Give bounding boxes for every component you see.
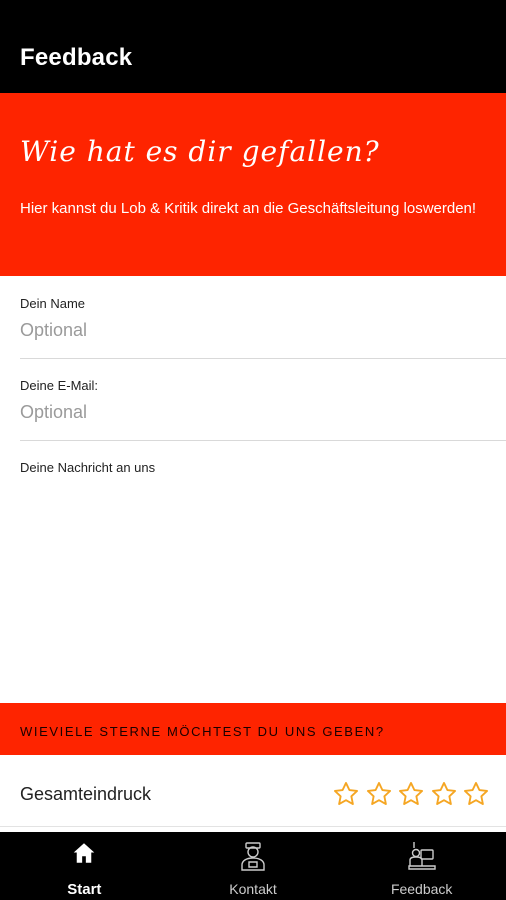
star-icon-1[interactable] <box>332 780 360 808</box>
stars-banner: WIEVIELE STERNE MÖCHTEST DU UNS GEBEN? <box>0 703 506 755</box>
nav-label-feedback: Feedback <box>390 881 453 897</box>
star-icon-2[interactable] <box>365 780 393 808</box>
home-icon <box>74 843 95 863</box>
nav-item-feedback[interactable]: Feedback <box>337 832 506 900</box>
rating-row: Gesamteindruck <box>0 756 506 827</box>
star-icon-3[interactable] <box>397 780 425 808</box>
email-field[interactable]: Deine E-Mail: Optional <box>20 378 506 441</box>
star-rating[interactable] <box>332 780 490 808</box>
page-title: Feedback <box>20 44 133 71</box>
name-label: Dein Name <box>20 296 86 311</box>
rating-label: Gesamteindruck <box>20 784 152 804</box>
email-label: Deine E-Mail: <box>20 378 99 393</box>
hero-banner: Wie hat es dir gefallen? Hier kannst du … <box>0 93 506 276</box>
feedback-desk-icon <box>407 842 436 870</box>
hero-subtitle: Hier kannst du Lob & Kritik direkt an di… <box>20 200 477 217</box>
nav-label-start: Start <box>67 881 102 898</box>
nav-label-kontakt: Kontakt <box>229 881 277 897</box>
person-icon <box>241 842 265 871</box>
name-input[interactable]: Optional <box>20 320 87 341</box>
message-label: Deine Nachricht an uns <box>20 460 156 475</box>
stars-banner-text: WIEVIELE STERNE MÖCHTEST DU UNS GEBEN? <box>20 724 385 739</box>
nav-item-kontakt[interactable]: Kontakt <box>169 832 338 900</box>
star-icon-4[interactable] <box>430 780 458 808</box>
star-icon-5[interactable] <box>462 780 490 808</box>
hero-headline: Wie hat es dir gefallen? <box>20 135 380 168</box>
nav-item-start[interactable]: Start <box>0 832 169 900</box>
message-input[interactable] <box>0 480 506 700</box>
name-field[interactable]: Dein Name Optional <box>20 296 506 359</box>
app-bar: Feedback <box>0 0 506 93</box>
bottom-navigation: Start Kontakt Feedback <box>0 832 506 900</box>
email-input[interactable]: Optional <box>20 402 87 423</box>
